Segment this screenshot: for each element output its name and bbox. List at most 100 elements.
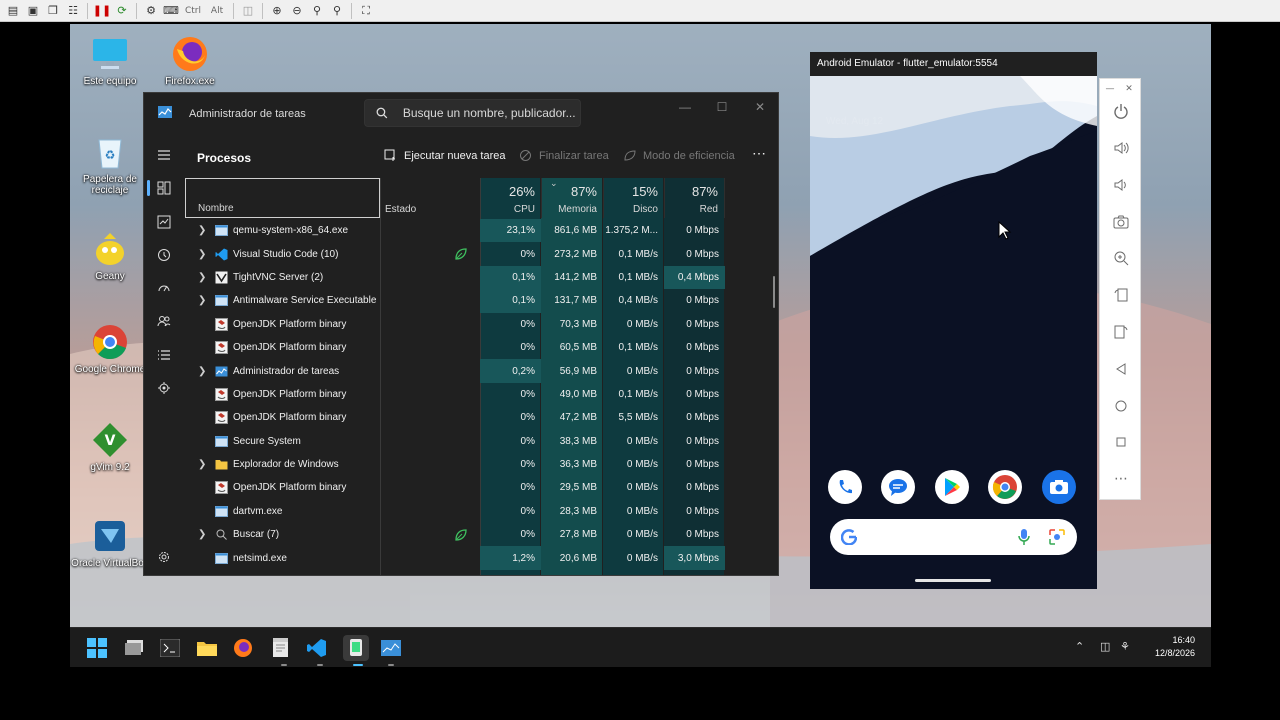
firefox-button[interactable] [232, 637, 254, 659]
rotate-left-button[interactable] [1111, 285, 1131, 305]
messages-app-icon[interactable] [881, 470, 915, 504]
volume-down-button[interactable] [1111, 175, 1131, 195]
more-button[interactable]: ⋯ [1111, 469, 1131, 489]
chevron-right-icon[interactable]: ❯ [198, 529, 206, 540]
efficiency-mode-button[interactable]: Modo de eficiencia [623, 149, 735, 162]
desktop-icon-papelera[interactable]: ♻ Papelera de reciclaje [70, 132, 150, 196]
table-row[interactable]: ❯ Explorador de Windows 0% 36,3 MB 0 MB/s 0 M… [184, 453, 778, 476]
ctrl-key-button[interactable]: Ctrl [182, 2, 204, 20]
zoom-fit-icon[interactable]: ⚲ [328, 2, 346, 20]
chrome-app-icon[interactable] [988, 470, 1022, 504]
emulator-close-button[interactable]: ✕ [1122, 79, 1136, 99]
copy-icon[interactable]: ❐ [44, 2, 62, 20]
table-row[interactable]: ❯ TightVNC Server (2) 0,1% 141,2 MB 0,1 MB/s… [184, 265, 778, 290]
clock[interactable]: 16:40 12/8/2026 [1155, 634, 1195, 660]
chevron-right-icon[interactable]: ❯ [198, 249, 206, 260]
refresh-icon[interactable]: ⟳ [113, 2, 131, 20]
home-button[interactable] [1111, 396, 1131, 416]
volume-up-button[interactable] [1111, 138, 1131, 158]
home-gesture-bar[interactable] [915, 579, 991, 582]
chevron-right-icon[interactable]: ❯ [198, 295, 206, 306]
zoom-100-icon[interactable]: ⚲ [308, 2, 326, 20]
table-row[interactable]: Secure System 0% 38,3 MB 0 MB/s 0 Mbps [184, 430, 778, 453]
vscode-button[interactable] [306, 637, 328, 659]
android-studio-button[interactable] [343, 635, 369, 661]
desktop-icon-firefox[interactable]: Firefox.exe [150, 34, 230, 87]
run-new-task-button[interactable]: Ejecutar nueva tarea [384, 149, 506, 162]
chevron-right-icon[interactable]: ❯ [198, 459, 206, 470]
mic-icon[interactable] [1018, 528, 1030, 546]
google-search-bar[interactable] [830, 519, 1077, 555]
search-box[interactable] [364, 99, 581, 127]
end-task-button[interactable]: Finalizar tarea [519, 149, 609, 162]
overview-button[interactable] [1111, 432, 1131, 452]
rotate-right-button[interactable] [1111, 322, 1131, 342]
column-header-name[interactable]: Nombre [185, 178, 380, 218]
column-header-memory[interactable]: ⌄ 87% Memoria [541, 178, 603, 218]
column-header-disk[interactable]: 15% Disco [603, 178, 664, 218]
chevron-right-icon[interactable]: ❯ [198, 272, 206, 283]
desktop-icon-geany[interactable]: Geany [70, 229, 150, 282]
info-icon[interactable]: ☷ [64, 2, 82, 20]
notepad-button[interactable] [270, 637, 292, 659]
nav-performance[interactable] [154, 212, 174, 232]
network-icon[interactable]: ◫ [1100, 640, 1110, 653]
zoom-button[interactable] [1111, 248, 1131, 268]
scrollbar[interactable] [773, 276, 775, 308]
task-manager-button[interactable] [380, 637, 402, 659]
desktop-icon-este-equipo[interactable]: Este equipo [70, 34, 150, 87]
chevron-right-icon[interactable]: ❯ [198, 225, 206, 236]
screenshot-button[interactable] [1111, 212, 1131, 232]
play-store-app-icon[interactable] [935, 470, 969, 504]
zoom-out-icon[interactable]: ⊖ [288, 2, 306, 20]
nav-settings[interactable] [154, 547, 174, 567]
nav-services[interactable] [154, 378, 174, 398]
column-header-network[interactable]: 87% Red [664, 178, 725, 218]
volume-icon[interactable]: ⚘ [1120, 640, 1130, 653]
start-button[interactable] [86, 637, 108, 659]
nav-processes[interactable] [154, 178, 174, 198]
nav-startup[interactable] [154, 278, 174, 298]
more-options-button[interactable]: ⋯ [752, 145, 766, 162]
table-row[interactable]: OpenJDK Platform binary 0% 70,3 MB 0 MB/s 0 … [184, 313, 778, 336]
phone-app-icon[interactable] [828, 470, 862, 504]
maximize-button[interactable]: ☐ [703, 97, 741, 117]
desktop-icon-virtualbox[interactable]: Oracle VirtualBox [70, 516, 150, 569]
transfer-icon[interactable]: ◫ [239, 2, 257, 20]
table-row[interactable]: ❯ Buscar (7) 0% 27,8 MB 0 MB/s 0 Mbps [184, 523, 778, 546]
minimize-button[interactable]: — [666, 97, 704, 117]
table-row[interactable]: ❯ Visual Studio Code (10) 0% 273,2 MB 0,1 MB… [184, 242, 778, 265]
file-explorer-button[interactable] [196, 637, 218, 659]
table-row[interactable]: netsimd.exe 1,2% 20,6 MB 0 MB/s 3,0 Mbps [184, 546, 778, 570]
chevron-right-icon[interactable]: ❯ [198, 366, 206, 377]
zoom-in-icon[interactable]: ⊕ [268, 2, 286, 20]
table-row[interactable]: OpenJDK Platform binary 0% 49,0 MB 0,1 MB/s… [184, 383, 778, 406]
emulator-minimize-button[interactable]: — [1103, 79, 1117, 99]
new-connection-icon[interactable]: ▤ [4, 2, 22, 20]
close-button[interactable]: ✕ [741, 97, 778, 117]
table-row[interactable]: ❯ Antimalware Service Executable 0,1% 131,7… [184, 289, 778, 313]
camera-app-icon[interactable] [1042, 470, 1076, 504]
android-screen[interactable]: Wed, Aug 12 [810, 76, 1097, 589]
table-row[interactable]: OpenJDK Platform binary 0% 47,2 MB 5,5 MB/s… [184, 406, 778, 429]
terminal-button[interactable] [159, 637, 181, 659]
show-hidden-icons-button[interactable]: ⌃ [1075, 640, 1084, 653]
column-header-cpu[interactable]: 26% CPU [480, 178, 541, 218]
lens-icon[interactable] [1048, 528, 1066, 546]
nav-app-history[interactable] [154, 245, 174, 265]
table-row[interactable]: OpenJDK Platform binary 0% 60,5 MB 0,1 MB/s… [184, 336, 778, 359]
column-header-status[interactable]: Estado [381, 178, 481, 218]
back-button[interactable] [1111, 359, 1131, 379]
nav-details[interactable] [154, 345, 174, 365]
power-button[interactable] [1111, 101, 1131, 121]
task-view-button[interactable] [123, 637, 145, 659]
table-row[interactable]: OpenJDK Platform binary 0% 29,5 MB 0 MB/s 0 … [184, 476, 778, 499]
options-icon[interactable]: ⚙ [142, 2, 160, 20]
table-row[interactable]: ❯ qemu-system-x86_64.exe 23,1% 861,6 MB 1.37… [184, 219, 778, 243]
hamburger-menu-button[interactable] [154, 145, 174, 165]
search-input[interactable] [402, 106, 580, 120]
alt-key-button[interactable]: Alt [206, 2, 228, 20]
table-row[interactable]: dartvm.exe 0% 28,3 MB 0 MB/s 0 Mbps [184, 500, 778, 523]
nav-users[interactable] [154, 311, 174, 331]
fullscreen-icon[interactable]: ⛶ [357, 2, 375, 20]
